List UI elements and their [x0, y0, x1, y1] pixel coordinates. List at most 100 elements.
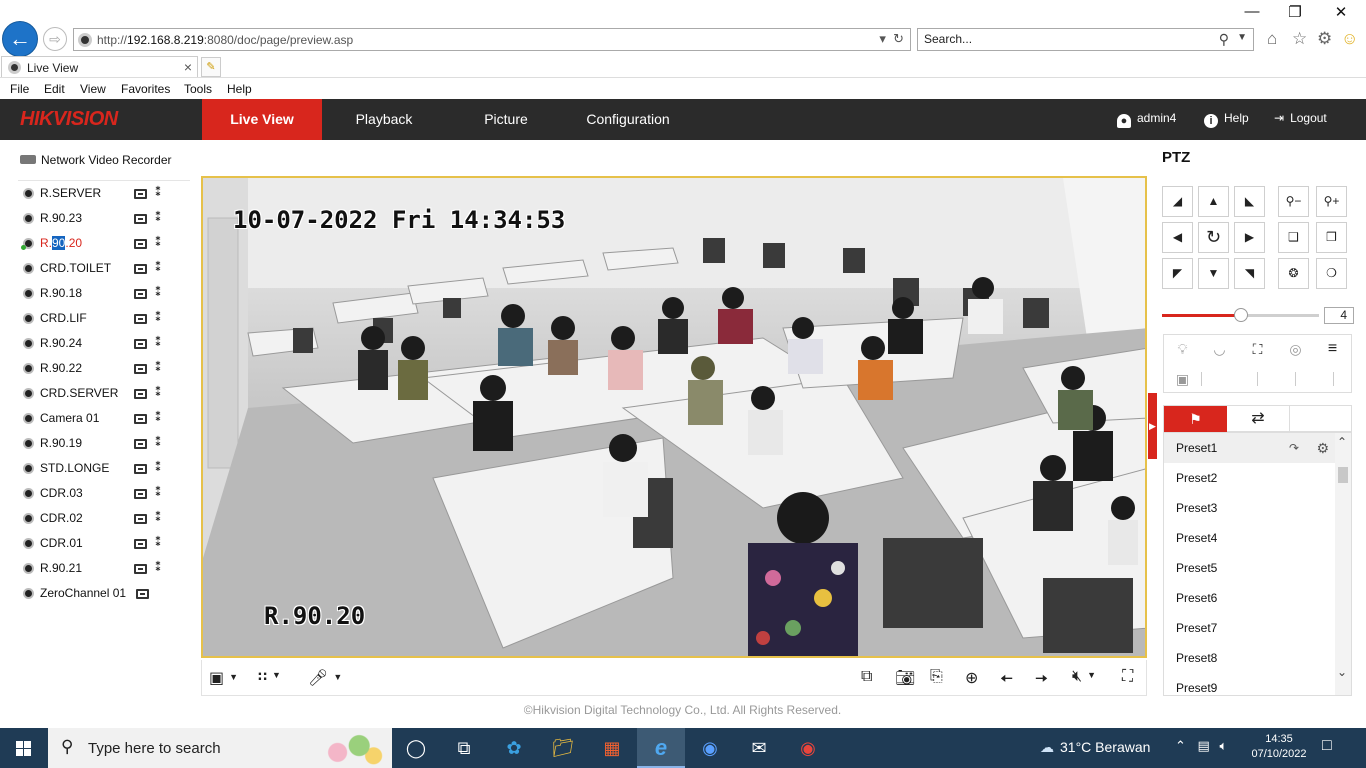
light-button[interactable]: 💡︎: [1164, 335, 1201, 363]
restore-icon[interactable]: ❐: [1280, 3, 1310, 21]
auxiliary-focus-button[interactable]: ⛶: [1239, 335, 1276, 363]
search-icon[interactable]: ⚲: [1219, 31, 1229, 48]
wiper-button[interactable]: ◡: [1201, 335, 1238, 363]
camera-list-item[interactable]: CRD.LIF ⁑: [18, 306, 190, 331]
live-video-window[interactable]: 10-07-2022 Fri 14:34:53 R.90.20: [201, 176, 1147, 658]
start-live-view-icon[interactable]: [134, 464, 147, 474]
refresh-icon[interactable]: ▾ ↻: [879, 31, 904, 47]
previous-page-button[interactable]: 🠤︎: [1000, 668, 1013, 695]
stream-type-button[interactable]: ∷ ▼: [258, 668, 281, 686]
taskbar-clock[interactable]: 14:35 07/10/2022: [1246, 732, 1312, 762]
ptz-panel-toggle[interactable]: ▶: [1148, 393, 1157, 459]
start-live-view-icon[interactable]: [134, 189, 147, 199]
scrollbar-thumb[interactable]: [1338, 467, 1348, 483]
edge-app[interactable]: ✿: [490, 728, 538, 768]
stream-select-icon[interactable]: ⁑: [155, 485, 161, 499]
menu-edit[interactable]: Edit: [44, 82, 65, 96]
camera-list-item[interactable]: R.90.18 ⁑: [18, 281, 190, 306]
chevron-down-icon[interactable]: ▼: [1237, 32, 1247, 43]
slider-handle[interactable]: [1233, 308, 1248, 322]
help-link[interactable]: i Help: [1204, 111, 1249, 128]
set-preset-gear-icon[interactable]: ⚙: [1316, 433, 1329, 463]
next-page-button[interactable]: 🠦︎: [1035, 668, 1048, 695]
tab-presets[interactable]: ⚑: [1164, 406, 1227, 432]
stream-select-icon[interactable]: ⁑: [155, 360, 161, 374]
camera-list-item[interactable]: R.90.22 ⁑: [18, 356, 190, 381]
start-live-view-icon[interactable]: [134, 239, 147, 249]
focus-near-button[interactable]: ❑: [1278, 222, 1309, 253]
chevron-up-icon[interactable]: ⌃: [1175, 738, 1186, 753]
tab-picture[interactable]: Picture: [452, 99, 560, 140]
store-app[interactable]: ▦: [588, 728, 636, 768]
chrome-app[interactable]: ◉: [784, 728, 832, 768]
ptz-auto-scan-button[interactable]: ↻: [1198, 222, 1229, 253]
preset-scrollbar[interactable]: ⌃ ⌄: [1335, 433, 1351, 695]
start-live-view-icon[interactable]: [134, 439, 147, 449]
start-live-view-icon[interactable]: [134, 414, 147, 424]
notification-center-button[interactable]: □: [1322, 737, 1332, 755]
camera-list-item[interactable]: R.SERVER ⁑: [18, 181, 190, 206]
favorites-star-icon[interactable]: ☆: [1292, 29, 1307, 49]
chevron-down-icon[interactable]: ⌄: [1337, 665, 1347, 679]
new-tab-button[interactable]: ✎: [201, 57, 221, 77]
digital-zoom-button[interactable]: ⊕: [965, 668, 978, 688]
start-live-view-icon[interactable]: [134, 539, 147, 549]
ptz-down-button[interactable]: ▼: [1198, 258, 1229, 289]
preset-item[interactable]: Preset2: [1164, 463, 1351, 493]
window-layout-button[interactable]: ▣ ▼: [209, 668, 238, 688]
ptz-more-button[interactable]: ≡: [1314, 335, 1351, 363]
stop-all-live-view-button[interactable]: ⧉: [861, 668, 872, 686]
start-live-view-icon[interactable]: [134, 289, 147, 299]
tab-configuration[interactable]: Configuration: [572, 99, 684, 140]
menu-tools[interactable]: Tools: [184, 82, 212, 96]
ptz-up-button[interactable]: ▲: [1198, 186, 1229, 217]
lens-init-button[interactable]: ◎: [1277, 335, 1314, 363]
stream-select-icon[interactable]: ⁑: [155, 285, 161, 299]
ptz-right-button[interactable]: ▶: [1234, 222, 1265, 253]
gear-icon[interactable]: ⚙: [1317, 29, 1332, 49]
stream-select-icon[interactable]: ⁑: [155, 385, 161, 399]
ptz-down-right-button[interactable]: ◥: [1234, 258, 1265, 289]
ptz-up-right-button[interactable]: ◣: [1234, 186, 1265, 217]
camera-list-item[interactable]: ZeroChannel 01: [18, 581, 190, 606]
camera-list-item[interactable]: STD.LONGE ⁑: [18, 456, 190, 481]
menu-help[interactable]: Help: [227, 82, 252, 96]
audio-talk-button[interactable]: 🎤︎ ▼: [308, 668, 342, 688]
ptz-left-button[interactable]: ◀: [1162, 222, 1193, 253]
ptz-speed-slider[interactable]: [1162, 308, 1319, 322]
start-live-view-icon[interactable]: [134, 364, 147, 374]
capture-button[interactable]: 📷︎: [895, 668, 915, 688]
file-explorer-app[interactable]: 📁︎: [539, 728, 587, 768]
fullscreen-button[interactable]: ⛶: [1122, 668, 1133, 686]
camera-list-item[interactable]: R.90.23 ⁑: [18, 206, 190, 231]
browser-search-input[interactable]: [924, 32, 1204, 46]
zoom-out-button[interactable]: ⚲−: [1278, 186, 1309, 217]
camera-list-item[interactable]: CDR.02 ⁑: [18, 506, 190, 531]
zoom-app[interactable]: ◉: [686, 728, 734, 768]
ptz-up-left-button[interactable]: ◢: [1162, 186, 1193, 217]
preset-item[interactable]: Preset6: [1164, 583, 1351, 613]
speaker-icon[interactable]: 🔈︎: [1219, 738, 1227, 753]
stream-select-icon[interactable]: ⁑: [155, 435, 161, 449]
ptz-down-left-button[interactable]: ◤: [1162, 258, 1193, 289]
menu-view[interactable]: View: [80, 82, 106, 96]
menu-file[interactable]: File: [10, 82, 29, 96]
volume-button[interactable]: 🔇︎ ▼: [1072, 668, 1096, 686]
preset-item[interactable]: Preset1 ↷ ⚙: [1164, 433, 1351, 463]
camera-list-item[interactable]: R.90.20 ⁑: [18, 231, 190, 256]
stream-select-icon[interactable]: ⁑: [155, 535, 161, 549]
minimize-icon[interactable]: —: [1237, 3, 1267, 20]
browser-search-box[interactable]: ⚲ ▼: [917, 28, 1254, 51]
back-button[interactable]: ←: [2, 21, 38, 57]
camera-list-item[interactable]: Camera 01 ⁑: [18, 406, 190, 431]
camera-list-item[interactable]: CRD.SERVER ⁑: [18, 381, 190, 406]
device-tree-root[interactable]: Network Video Recorder: [20, 153, 172, 167]
tab-patrol[interactable]: ⇄: [1227, 406, 1290, 432]
network-icon[interactable]: ▤: [1198, 738, 1210, 753]
stream-select-icon[interactable]: ⁑: [155, 260, 161, 274]
logout-link[interactable]: ⇥ Logout: [1274, 111, 1327, 125]
start-live-view-icon[interactable]: [134, 264, 147, 274]
taskbar-search[interactable]: ⚲ Type here to search: [48, 728, 392, 768]
record-button[interactable]: ⎘: [930, 668, 943, 686]
camera-list-item[interactable]: R.90.19 ⁑: [18, 431, 190, 456]
